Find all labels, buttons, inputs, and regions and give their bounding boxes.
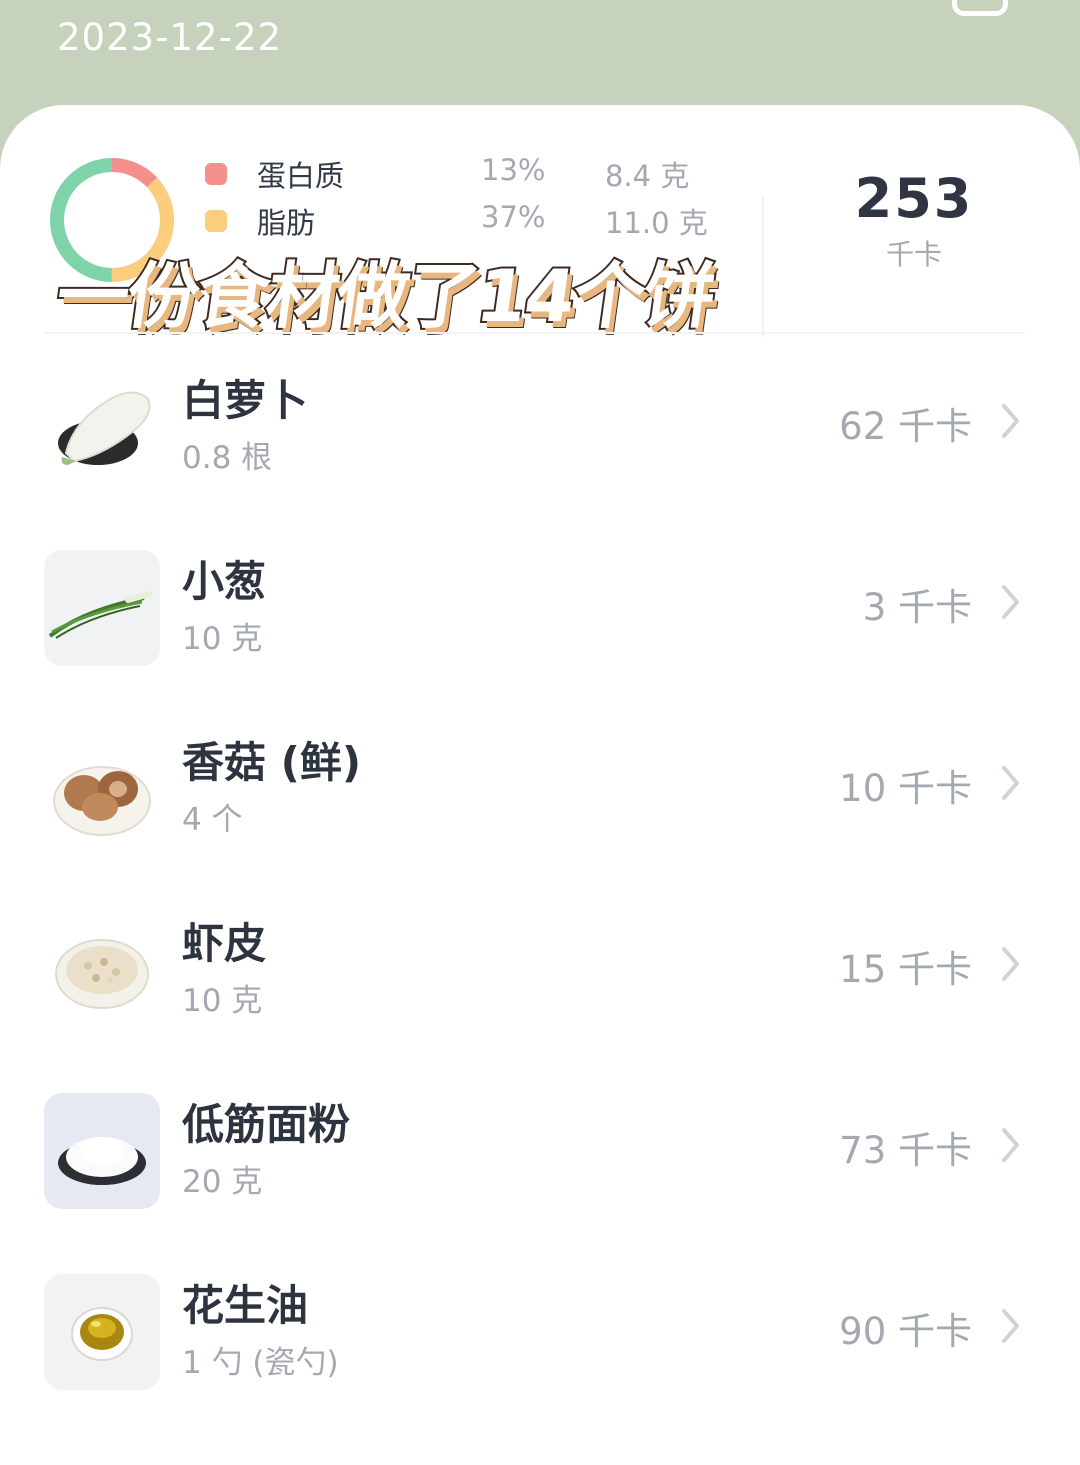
date-label[interactable]: 2023-12-22 [57, 16, 282, 59]
ingredient-item-scallion[interactable]: 小葱 10 克 3 千卡 [0, 521, 1080, 702]
overlay-title: 一份食材做了14个饼 [49, 252, 721, 340]
ingredient-quantity: 20 克 [182, 1164, 263, 1200]
summary-divider [762, 197, 764, 337]
ingredient-item-flour[interactable]: 低筋面粉 20 克 73 千卡 [0, 1064, 1080, 1245]
shiitake-mushroom-icon [44, 731, 160, 847]
ingredient-calories: 90 千卡 [839, 1310, 972, 1353]
ingredient-quantity: 0.8 根 [182, 440, 273, 476]
ingredient-quantity: 10 克 [182, 983, 263, 1019]
macro-amount: 8.4 克 [605, 159, 690, 193]
ingredient-calories: 62 千卡 [839, 405, 972, 448]
peanut-oil-icon [44, 1274, 160, 1390]
macro-amount: 11.0 克 [605, 206, 708, 240]
ingredient-calories: 73 千卡 [839, 1129, 972, 1172]
recipe-card: 蛋白质 13% 8.4 克 脂肪 37% 11.0 克 253 千卡 一份食材做… [0, 105, 1080, 1465]
ingredient-name: 花生油 [182, 1281, 309, 1330]
macro-name: 蛋白质 [257, 159, 345, 193]
macro-row-protein: 蛋白质 13% 8.4 克 [205, 153, 725, 197]
nutrition-summary: 蛋白质 13% 8.4 克 脂肪 37% 11.0 克 253 千卡 一份食材做… [0, 105, 1080, 340]
chevron-right-icon [1002, 1309, 1019, 1343]
ingredient-calories: 10 千卡 [839, 767, 972, 810]
total-calories-value: 253 [854, 167, 974, 230]
macro-name: 脂肪 [257, 206, 316, 240]
ingredient-item-shiitake[interactable]: 香菇 (鲜) 4 个 10 千卡 [0, 702, 1080, 883]
ingredient-calories: 15 千卡 [839, 948, 972, 991]
chevron-right-icon [1002, 1128, 1019, 1162]
ingredient-name: 白萝卜 [182, 376, 309, 425]
ingredient-quantity: 1 勺 (瓷勺) [182, 1345, 339, 1381]
macro-percent: 37% [481, 200, 546, 234]
ingredient-item-white-radish[interactable]: 白萝卜 0.8 根 62 千卡 [0, 340, 1080, 521]
flour-icon [44, 1093, 160, 1209]
ingredient-item-dried-shrimp[interactable]: 虾皮 10 克 15 千卡 [0, 883, 1080, 1064]
total-calories-unit: 千卡 [885, 238, 942, 271]
ingredient-name: 低筋面粉 [182, 1100, 351, 1149]
chevron-right-icon [1002, 404, 1019, 438]
section-divider [45, 332, 1025, 334]
ingredient-quantity: 4 个 [182, 802, 243, 838]
dried-shrimp-icon [44, 912, 160, 1028]
ingredient-name: 小葱 [182, 557, 267, 606]
chevron-right-icon [1002, 766, 1019, 800]
chevron-right-icon [1002, 585, 1019, 619]
chevron-right-icon [1002, 947, 1019, 981]
ingredient-name: 虾皮 [182, 919, 267, 968]
white-radish-icon [44, 369, 160, 485]
ingredient-calories: 3 千卡 [862, 586, 972, 629]
macro-percent: 13% [481, 153, 546, 187]
scallion-icon [44, 550, 160, 666]
ingredient-item-peanut-oil[interactable]: 花生油 1 勺 (瓷勺) 90 千卡 [0, 1245, 1080, 1426]
calendar-icon[interactable] [952, 0, 1008, 16]
ingredient-name: 香菇 (鲜) [182, 738, 362, 787]
protein-swatch [205, 163, 227, 185]
ingredient-quantity: 10 克 [182, 621, 263, 657]
fat-swatch [205, 210, 227, 232]
